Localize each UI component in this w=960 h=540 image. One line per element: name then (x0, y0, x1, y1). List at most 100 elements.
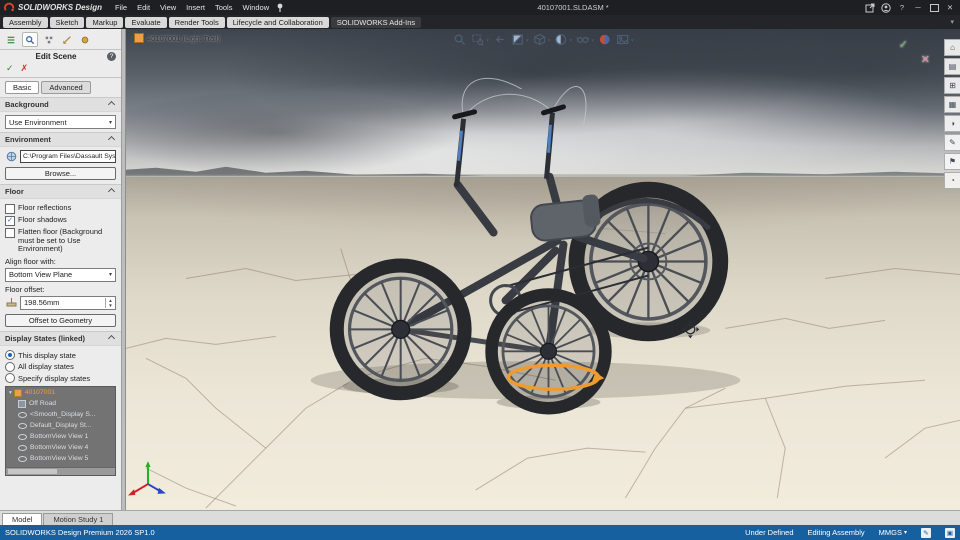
chevron-down-icon[interactable]: ▾ (570, 38, 573, 44)
tree-item[interactable]: BottomView View 1 (6, 431, 115, 442)
cancel-x-icon[interactable]: ✗ (21, 63, 29, 74)
previous-view-icon[interactable] (491, 31, 508, 47)
confirm-row: ✓ ✗ (0, 62, 121, 78)
panel-title: Edit Scene (35, 52, 77, 61)
view-settings-icon[interactable] (614, 31, 631, 47)
environment-path-input[interactable]: C:\Program Files\Dassault Systeme (20, 150, 116, 163)
horizontal-scrollbar[interactable] (6, 467, 115, 476)
menu-file[interactable]: File (110, 0, 132, 15)
featuremanager-tab-icon[interactable] (4, 33, 18, 46)
graphics-area[interactable]: 40107001 (Light Trail) ▾ ▾ ▾ ▾ ▾ ▾ ✓ ✕ ⌂… (126, 29, 960, 510)
menu-insert[interactable]: Insert (181, 0, 210, 15)
chevron-down-icon[interactable]: ▾ (548, 38, 551, 44)
edit-appearance-icon[interactable] (596, 31, 613, 47)
reference-triad[interactable] (127, 461, 166, 496)
eye-icon (18, 444, 27, 451)
forum-icon[interactable]: ⚑ (944, 153, 960, 170)
tab-render-tools[interactable]: Render Tools (168, 16, 225, 28)
browse-button[interactable]: Browse... (5, 167, 116, 180)
scrollbar-thumb[interactable] (8, 469, 58, 475)
floor-offset-stepper[interactable]: 198.56mm ▲ ▼ (20, 295, 116, 310)
tab-sketch[interactable]: Sketch (49, 16, 85, 28)
minimize-icon[interactable]: ─ (910, 0, 926, 15)
tree-item[interactable]: ▾ 40107001 (6, 387, 115, 398)
tab-lifecycle-collaboration[interactable]: Lifecycle and Collaboration (226, 16, 329, 28)
tray-icon[interactable]: ▣ (945, 527, 955, 538)
floor-reflections-row[interactable]: Floor reflections (5, 203, 116, 214)
propertymanager-tab-icon[interactable] (22, 32, 38, 47)
collapse-chevron-icon (107, 334, 116, 342)
panel-help-icon[interactable]: ? (107, 52, 116, 61)
chevron-down-icon[interactable]: ▾ (526, 38, 529, 44)
view-orientation-icon[interactable] (531, 31, 548, 47)
this-display-state-radio[interactable]: This display state (5, 350, 116, 361)
stepper-arrows-icon[interactable]: ▲ ▼ (105, 297, 115, 308)
breadcrumb[interactable]: 40107001 (Light Trail) (134, 33, 220, 43)
maximize-icon[interactable] (926, 0, 942, 15)
tab-advanced[interactable]: Advanced (41, 81, 91, 94)
configurationmanager-tab-icon[interactable] (42, 33, 56, 46)
section-view-icon[interactable] (509, 31, 526, 47)
flatten-floor-checkbox[interactable] (5, 228, 15, 238)
tab-assembly[interactable]: Assembly (3, 16, 48, 28)
expander-icon[interactable]: ▾ (9, 390, 12, 396)
menu-window[interactable]: Window (237, 0, 274, 15)
hide-show-items-icon[interactable] (574, 31, 591, 47)
help-icon[interactable]: ? (894, 0, 910, 15)
menu-edit[interactable]: Edit (132, 0, 155, 15)
floor-shadows-checkbox[interactable]: ✓ (5, 216, 15, 226)
display-states-section-header[interactable]: Display States (linked) (0, 330, 121, 346)
close-icon[interactable]: ✕ (942, 0, 958, 15)
tab-motion-study[interactable]: Motion Study 1 (43, 513, 114, 525)
menu-pin-icon[interactable] (276, 3, 284, 13)
chevron-down-icon[interactable]: ▾ (486, 38, 489, 44)
floor-reflections-checkbox[interactable] (5, 204, 15, 214)
menu-view[interactable]: View (155, 0, 181, 15)
launch-icon[interactable] (862, 0, 878, 15)
confirmation-check-icon[interactable]: ✓ (899, 38, 908, 51)
tag-icon[interactable]: ✎ (921, 527, 931, 538)
ok-check-icon[interactable]: ✓ (6, 63, 14, 74)
align-floor-dropdown[interactable]: Bottom View Plane ▾ (5, 267, 116, 282)
tab-model[interactable]: Model (2, 513, 43, 525)
background-dropdown[interactable]: Use Environment ▾ (5, 115, 116, 129)
appearances-scenes-icon[interactable]: ◑ (944, 115, 960, 132)
chevron-down-icon[interactable]: ▾ (591, 38, 594, 44)
tree-item[interactable]: BottomView View 4 (6, 442, 115, 453)
tree-item[interactable]: <Smooth_Display S... (6, 409, 115, 420)
menu-tools[interactable]: Tools (210, 0, 238, 15)
tab-solidworks-add-ins[interactable]: SOLIDWORKS Add-Ins (330, 16, 422, 28)
tab-basic[interactable]: Basic (5, 81, 40, 94)
background-section-header[interactable]: Background (0, 97, 121, 112)
view-palette-icon[interactable]: ▦ (944, 96, 960, 113)
custom-properties-icon[interactable]: ✎ (944, 134, 960, 151)
displaymanager-tab-icon[interactable] (78, 33, 92, 46)
resources-icon[interactable]: ◔ (944, 172, 960, 189)
environment-section-header[interactable]: Environment (0, 132, 121, 147)
floor-shadows-row[interactable]: ✓ Floor shadows (5, 215, 116, 226)
tree-item[interactable]: Off Road (6, 398, 115, 409)
units-selector[interactable]: MMGS ▾ (879, 528, 907, 537)
design-library-icon[interactable]: ▤ (944, 58, 960, 75)
zoom-fit-icon[interactable] (451, 31, 468, 47)
handcycle-model[interactable] (337, 104, 721, 408)
account-icon[interactable] (878, 0, 894, 15)
display-states-list[interactable]: ▾ 40107001 Off Road <Smooth_Display S... (5, 386, 116, 477)
tree-item[interactable]: BottomView View 5 (6, 453, 115, 464)
tree-item[interactable]: Default_Display St... (6, 420, 115, 431)
flatten-floor-row[interactable]: Flatten floor (Background must be set to… (5, 227, 116, 254)
confirmation-cancel-icon[interactable]: ✕ (921, 53, 930, 66)
home-icon[interactable]: ⌂ (944, 39, 960, 56)
zoom-to-area-icon[interactable] (469, 31, 486, 47)
tab-markup[interactable]: Markup (86, 16, 124, 28)
file-explorer-icon[interactable]: ⊞ (944, 77, 960, 94)
display-style-icon[interactable] (553, 31, 570, 47)
ribbon-pin-icon[interactable]: ▾ (950, 18, 960, 26)
tab-evaluate[interactable]: Evaluate (125, 16, 167, 28)
specify-display-states-radio[interactable]: Specify display states (5, 373, 116, 384)
all-display-states-radio[interactable]: All display states (5, 361, 116, 372)
dimxpertmanager-tab-icon[interactable] (60, 33, 74, 46)
chevron-down-icon[interactable]: ▾ (631, 38, 634, 44)
floor-section-header[interactable]: Floor (0, 184, 121, 199)
offset-to-geometry-button[interactable]: Offset to Geometry (5, 313, 116, 327)
